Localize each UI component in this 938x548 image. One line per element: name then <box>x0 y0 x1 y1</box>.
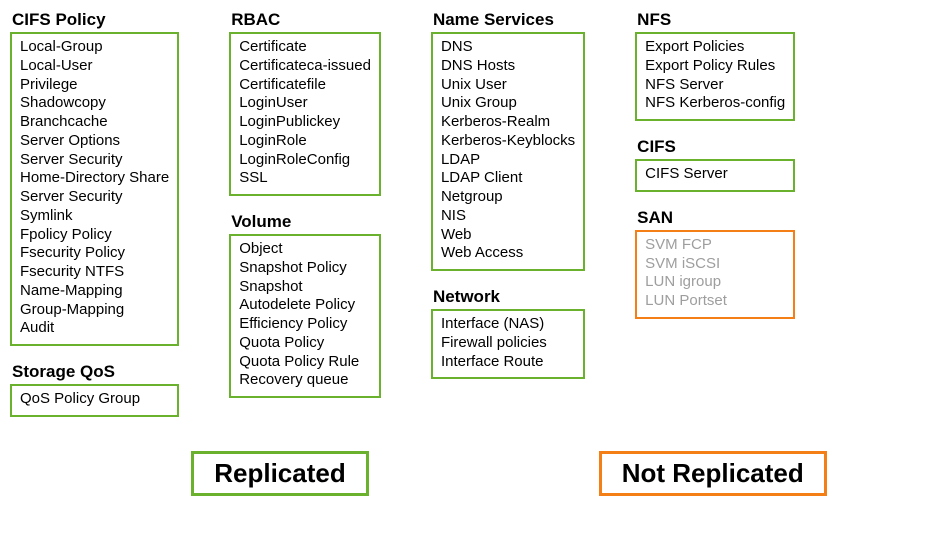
list-item: CIFS Server <box>645 165 785 184</box>
legend-replicated: Replicated <box>191 451 369 496</box>
list-item: SVM FCP <box>645 236 785 255</box>
list-item: Unix User <box>441 76 575 95</box>
group-box: QoS Policy Group <box>10 384 179 417</box>
category-group: NetworkInterface (NAS)Firewall policiesI… <box>431 287 585 379</box>
list-item: DNS Hosts <box>441 57 575 76</box>
list-item: Server Options <box>20 132 169 151</box>
list-item: Group-Mapping <box>20 301 169 320</box>
list-item: NFS Server <box>645 76 785 95</box>
group-title: CIFS <box>637 137 795 157</box>
group-box: CIFS Server <box>635 159 795 192</box>
list-item: Server Security <box>20 188 169 207</box>
group-title: Network <box>433 287 585 307</box>
legend-not-replicated: Not Replicated <box>599 451 827 496</box>
category-group: Name ServicesDNSDNS HostsUnix UserUnix G… <box>431 10 585 271</box>
list-item: Kerberos-Keyblocks <box>441 132 575 151</box>
list-item: Interface Route <box>441 353 575 372</box>
list-item: Local-Group <box>20 38 169 57</box>
list-item: Certificatefile <box>239 76 371 95</box>
list-item: Quota Policy <box>239 334 371 353</box>
group-box: ObjectSnapshot PolicySnapshotAutodelete … <box>229 234 381 398</box>
list-item: Fpolicy Policy <box>20 226 169 245</box>
list-item: Branchcache <box>20 113 169 132</box>
list-item: Home-Directory Share <box>20 169 169 188</box>
group-box: SVM FCPSVM iSCSILUN igroupLUN Portset <box>635 230 795 319</box>
group-box: Interface (NAS)Firewall policiesInterfac… <box>431 309 585 379</box>
list-item: LDAP Client <box>441 169 575 188</box>
list-item: Server Security <box>20 151 169 170</box>
list-item: NFS Kerberos-config <box>645 94 785 113</box>
column: CIFS PolicyLocal-GroupLocal-UserPrivileg… <box>10 10 179 433</box>
list-item: Netgroup <box>441 188 575 207</box>
list-item: Efficiency Policy <box>239 315 371 334</box>
list-item: LoginPublickey <box>239 113 371 132</box>
column: NFSExport PoliciesExport Policy RulesNFS… <box>635 10 795 335</box>
legend-row: Replicated Not Replicated <box>10 451 928 496</box>
group-title: Volume <box>231 212 381 232</box>
group-box: DNSDNS HostsUnix UserUnix GroupKerberos-… <box>431 32 585 271</box>
list-item: Recovery queue <box>239 371 371 390</box>
list-item: Autodelete Policy <box>239 296 371 315</box>
diagram-columns: CIFS PolicyLocal-GroupLocal-UserPrivileg… <box>10 10 928 433</box>
list-item: Fsecurity Policy <box>20 244 169 263</box>
list-item: QoS Policy Group <box>20 390 169 409</box>
list-item: LoginRoleConfig <box>239 151 371 170</box>
group-title: SAN <box>637 208 795 228</box>
list-item: Snapshot Policy <box>239 259 371 278</box>
list-item: Shadowcopy <box>20 94 169 113</box>
list-item: LUN igroup <box>645 273 785 292</box>
list-item: LoginRole <box>239 132 371 151</box>
list-item: Interface (NAS) <box>441 315 575 334</box>
list-item: Certificateca-issued <box>239 57 371 76</box>
list-item: LoginUser <box>239 94 371 113</box>
list-item: Quota Policy Rule <box>239 353 371 372</box>
list-item: Name-Mapping <box>20 282 169 301</box>
category-group: SANSVM FCPSVM iSCSILUN igroupLUN Portset <box>635 208 795 319</box>
list-item: Certificate <box>239 38 371 57</box>
list-item: Fsecurity NTFS <box>20 263 169 282</box>
list-item: Snapshot <box>239 278 371 297</box>
list-item: Privilege <box>20 76 169 95</box>
list-item: Export Policy Rules <box>645 57 785 76</box>
category-group: VolumeObjectSnapshot PolicySnapshotAutod… <box>229 212 381 398</box>
group-title: NFS <box>637 10 795 30</box>
list-item: LUN Portset <box>645 292 785 311</box>
group-box: CertificateCertificateca-issuedCertifica… <box>229 32 381 196</box>
category-group: Storage QoS QoS Policy Group <box>10 362 179 417</box>
group-box: Export PoliciesExport Policy RulesNFS Se… <box>635 32 795 121</box>
column: Name ServicesDNSDNS HostsUnix UserUnix G… <box>431 10 585 395</box>
group-title: CIFS Policy <box>12 10 179 30</box>
group-title: Storage QoS <box>12 362 179 382</box>
list-item: Audit <box>20 319 169 338</box>
group-box: Local-GroupLocal-UserPrivilegeShadowcopy… <box>10 32 179 346</box>
category-group: NFSExport PoliciesExport Policy RulesNFS… <box>635 10 795 121</box>
list-item: Web Access <box>441 244 575 263</box>
list-item: Object <box>239 240 371 259</box>
list-item: Kerberos-Realm <box>441 113 575 132</box>
list-item: Firewall policies <box>441 334 575 353</box>
list-item: NIS <box>441 207 575 226</box>
list-item: Symlink <box>20 207 169 226</box>
list-item: Web <box>441 226 575 245</box>
category-group: CIFS PolicyLocal-GroupLocal-UserPrivileg… <box>10 10 179 346</box>
list-item: Local-User <box>20 57 169 76</box>
list-item: DNS <box>441 38 575 57</box>
list-item: SSL <box>239 169 371 188</box>
category-group: RBACCertificateCertificateca-issuedCerti… <box>229 10 381 196</box>
category-group: CIFS CIFS Server <box>635 137 795 192</box>
group-title: RBAC <box>231 10 381 30</box>
list-item: Unix Group <box>441 94 575 113</box>
group-title: Name Services <box>433 10 585 30</box>
column: RBACCertificateCertificateca-issuedCerti… <box>229 10 381 414</box>
list-item: Export Policies <box>645 38 785 57</box>
list-item: SVM iSCSI <box>645 255 785 274</box>
list-item: LDAP <box>441 151 575 170</box>
